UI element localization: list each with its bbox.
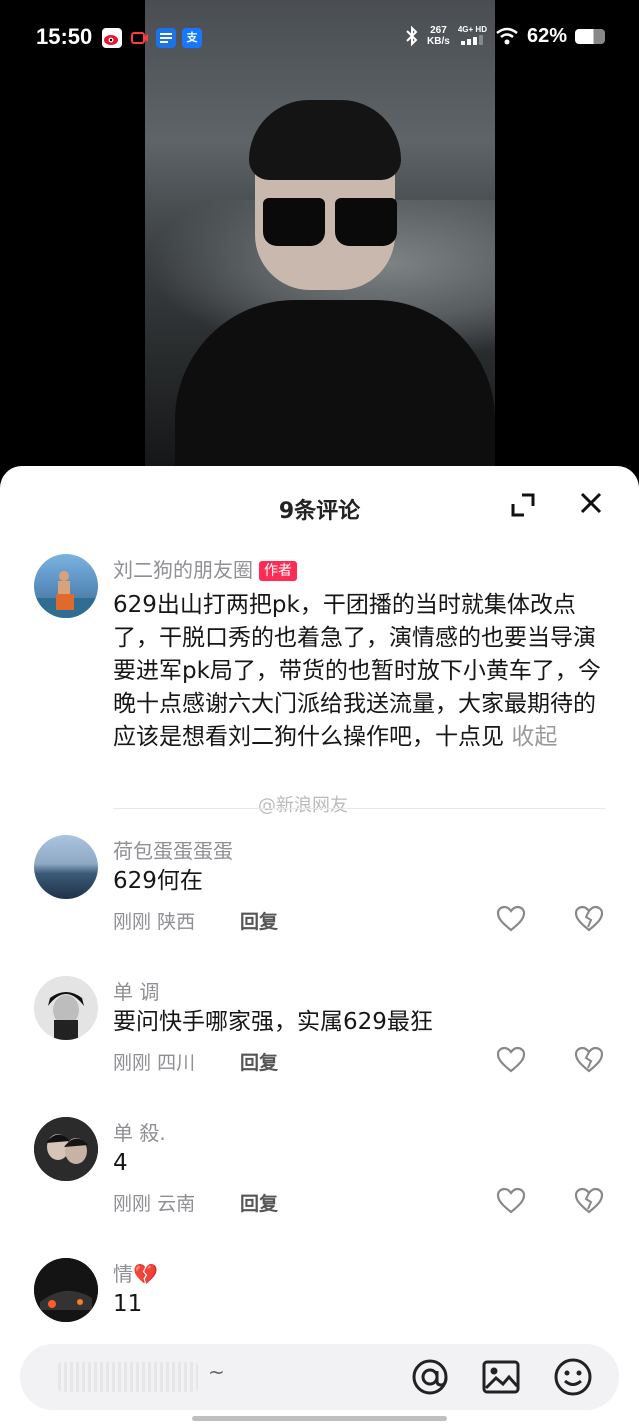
- status-bar: 15:50 支 267 KB/s 4G+ HD 62%: [0, 0, 639, 78]
- comment-meta: 刚刚 四川: [113, 1048, 195, 1075]
- close-icon: [580, 492, 602, 514]
- home-indicator[interactable]: [192, 1416, 447, 1421]
- comment-input-bar[interactable]: ~: [20, 1344, 619, 1410]
- close-button[interactable]: [576, 488, 606, 518]
- author-name-label: 刘二狗的朋友圈: [113, 558, 253, 582]
- broken-heart-icon: [574, 905, 604, 932]
- avatar[interactable]: [34, 1258, 98, 1322]
- comment-time: 刚刚: [113, 1052, 152, 1074]
- like-button[interactable]: [496, 1187, 526, 1215]
- net-speed-unit: KB/s: [427, 36, 450, 47]
- reply-button[interactable]: 回复: [240, 907, 278, 934]
- comment-location: 云南: [157, 1193, 196, 1215]
- avatar[interactable]: [34, 976, 98, 1040]
- status-time: 15:50: [36, 24, 93, 49]
- comment-location: 陕西: [157, 911, 196, 933]
- comment-text: 629何在: [113, 868, 203, 894]
- comment-input-blur: [58, 1362, 198, 1392]
- battery-icon: [575, 28, 605, 44]
- reply-button[interactable]: 回复: [240, 1048, 278, 1075]
- comment-author-name[interactable]: 情💔: [113, 1258, 158, 1287]
- collapse-link[interactable]: 收起: [511, 724, 557, 750]
- heart-icon: [496, 1046, 526, 1073]
- camera-record-icon: [130, 28, 150, 48]
- video-person-sunglasses: [263, 198, 403, 248]
- avatar[interactable]: [34, 835, 98, 899]
- comment-author-name[interactable]: 刘二狗的朋友圈 作者: [113, 554, 297, 583]
- author-badge: 作者: [259, 561, 297, 581]
- comments-title: 9条评论: [278, 499, 361, 524]
- battery-percent: 62%: [526, 24, 567, 47]
- comment-text: 11: [113, 1291, 143, 1317]
- comment-input-placeholder: ~: [208, 1360, 225, 1384]
- comment-author-name[interactable]: 单 调: [113, 976, 159, 1005]
- heart-icon: [496, 1187, 526, 1214]
- comment-meta: 刚刚 云南: [113, 1189, 195, 1216]
- comment-text: 要问快手哪家强，实属629最狂: [113, 1009, 433, 1035]
- avatar[interactable]: [34, 1117, 98, 1181]
- comment-sheet: 9条评论 刘二狗的朋友圈 作者 629出山打两把pk，干团播的当时就集体改点了，干…: [0, 466, 639, 1426]
- image-button[interactable]: [481, 1357, 521, 1397]
- wifi-icon: [496, 27, 518, 45]
- comment-meta: 刚刚 陕西: [113, 907, 195, 934]
- net-speed: 267 KB/s: [427, 25, 450, 47]
- comment-author-name[interactable]: 单 殺.: [113, 1117, 166, 1146]
- broken-heart-icon: [574, 1187, 604, 1214]
- video-person-hair: [249, 100, 401, 180]
- mention-button[interactable]: [410, 1357, 450, 1397]
- dislike-button[interactable]: [574, 905, 604, 933]
- avatar[interactable]: [34, 554, 98, 618]
- reply-button[interactable]: 回复: [240, 1189, 278, 1216]
- comment-text: 629出山打两把pk，干团播的当时就集体改点了，干脱口秀的也着急了，演情感的也要…: [113, 589, 608, 754]
- signal-icon: [461, 35, 484, 45]
- broken-heart-icon: [574, 1046, 604, 1073]
- emoji-icon: [554, 1358, 592, 1396]
- net-speed-value: 267: [430, 25, 447, 36]
- video-person-body: [175, 300, 495, 468]
- heart-icon: [496, 905, 526, 932]
- status-indicators: 267 KB/s 4G+ HD 62%: [405, 24, 605, 48]
- image-icon: [482, 1360, 520, 1394]
- alipay-icon: 支: [182, 28, 202, 48]
- network-label: 4G+ HD: [457, 25, 487, 34]
- weibo-icon: [102, 28, 122, 48]
- divider: [113, 808, 606, 809]
- news-icon: [156, 28, 176, 48]
- like-button[interactable]: [496, 905, 526, 933]
- at-mention-icon: [412, 1359, 448, 1395]
- emoji-button[interactable]: [553, 1357, 593, 1397]
- comment-location: 四川: [157, 1052, 196, 1074]
- dislike-button[interactable]: [574, 1046, 604, 1074]
- dislike-button[interactable]: [574, 1187, 604, 1215]
- expand-button[interactable]: [508, 490, 538, 520]
- like-button[interactable]: [496, 1046, 526, 1074]
- comment-time: 刚刚: [113, 1193, 152, 1215]
- comment-time: 刚刚: [113, 911, 152, 933]
- watermark: @新浪网友: [258, 795, 348, 816]
- comment-text: 4: [113, 1150, 128, 1176]
- expand-icon: [511, 493, 535, 517]
- network-type: 4G+ HD: [458, 24, 487, 48]
- bluetooth-icon: [406, 25, 418, 47]
- comment-author-name[interactable]: 荷包蛋蛋蛋蛋: [113, 835, 233, 864]
